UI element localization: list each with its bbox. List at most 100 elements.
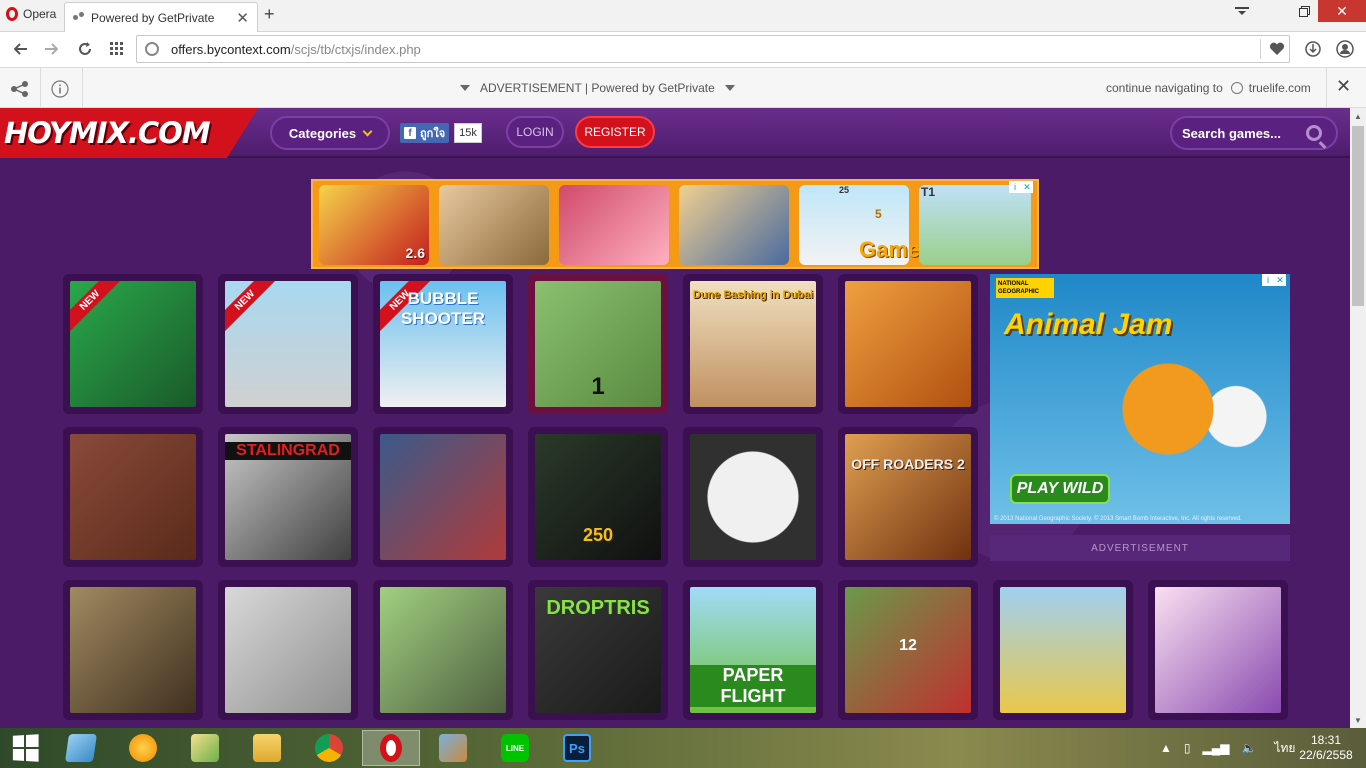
tab-close-icon[interactable]: ✕ (236, 9, 249, 27)
ad-dropdown[interactable]: ADVERTISEMENT | Powered by GetPrivate (450, 81, 745, 95)
game-thumbnail[interactable]: Dune Bashing in Dubai (683, 274, 823, 414)
game-image[interactable]: Dune Bashing in Dubai (690, 281, 816, 407)
heart-icon[interactable] (1266, 38, 1288, 60)
taskbar-chrome[interactable] (300, 730, 358, 766)
login-button[interactable]: LOGIN (506, 116, 564, 148)
share-icon[interactable] (9, 78, 31, 100)
game-thumbnail[interactable]: 12 (838, 580, 978, 720)
game-image[interactable] (70, 587, 196, 713)
game-thumbnail[interactable] (373, 427, 513, 567)
game-image[interactable] (225, 587, 351, 713)
game-image[interactable]: 12 (845, 587, 971, 713)
ad-info-icon[interactable]: i (1009, 181, 1021, 193)
download-icon[interactable] (1302, 38, 1324, 60)
new-tab-button[interactable]: + (264, 4, 275, 25)
game-image[interactable]: NEW (70, 281, 196, 407)
start-button[interactable] (0, 730, 50, 766)
speed-dial-icon[interactable] (106, 38, 128, 60)
ad-choices[interactable]: i ✕ (1009, 181, 1035, 193)
game-thumbnail[interactable] (63, 580, 203, 720)
game-image[interactable] (380, 587, 506, 713)
taskbar-photoshop[interactable]: Ps (548, 730, 606, 766)
taskbar-app-2[interactable] (114, 730, 172, 766)
top-banner-ad[interactable]: 2.6 25 5 Game T1 i ✕ (311, 179, 1039, 269)
register-button[interactable]: REGISTER (575, 116, 655, 148)
ad-close-icon[interactable]: ✕ (1274, 274, 1286, 286)
game-image[interactable] (380, 434, 506, 560)
game-thumbnail[interactable] (218, 580, 358, 720)
game-thumbnail[interactable]: DROPTRIS (528, 580, 668, 720)
game-image[interactable]: 250 (535, 434, 661, 560)
banner-game-3[interactable] (559, 185, 669, 265)
taskbar-app-1[interactable] (52, 730, 110, 766)
language-indicator[interactable]: ไทย (1274, 739, 1295, 758)
scroll-thumb[interactable] (1352, 126, 1364, 306)
play-wild-button[interactable]: PLAY WILD (1010, 474, 1110, 504)
game-thumbnail[interactable] (373, 580, 513, 720)
game-thumbnail[interactable]: NEW BUBBLE SHOOTER (373, 274, 513, 414)
browser-tab[interactable]: Powered by GetPrivate ✕ (64, 2, 258, 32)
ad-info-icon[interactable]: i (1262, 274, 1274, 286)
game-thumbnail[interactable]: NEW (218, 274, 358, 414)
tray-device-icon[interactable]: ▯ (1184, 741, 1191, 755)
banner-game-6[interactable]: T1 (919, 185, 1031, 265)
account-icon[interactable] (1334, 38, 1356, 60)
taskbar-explorer[interactable] (238, 730, 296, 766)
ad-close-icon[interactable]: ✕ (1021, 181, 1033, 193)
game-image[interactable] (845, 281, 971, 407)
game-image[interactable]: NEW BUBBLE SHOOTER (380, 281, 506, 407)
game-image[interactable]: DROPTRIS (535, 587, 661, 713)
forward-arrow-icon[interactable] (40, 38, 62, 60)
game-thumbnail[interactable] (993, 580, 1133, 720)
tab-menu-icon[interactable] (1226, 0, 1258, 22)
page-scrollbar[interactable]: ▲ ▼ (1350, 108, 1366, 728)
search-input[interactable]: Search games... (1170, 116, 1338, 150)
game-thumbnail[interactable] (683, 427, 823, 567)
banner-game-2[interactable] (439, 185, 549, 265)
game-thumbnail[interactable] (63, 427, 203, 567)
game-image[interactable] (1155, 587, 1281, 713)
game-thumbnail[interactable]: NEW (63, 274, 203, 414)
site-logo[interactable]: HOYMIX.COM (0, 108, 258, 158)
back-arrow-icon[interactable] (10, 38, 32, 60)
continue-link[interactable]: continue navigating to truelife.com (1106, 81, 1311, 95)
game-image[interactable] (690, 434, 816, 560)
banner-game-4[interactable] (679, 185, 789, 265)
reload-icon[interactable] (74, 38, 96, 60)
game-image[interactable]: PAPER FLIGHT (690, 587, 816, 713)
info-icon[interactable] (49, 78, 71, 100)
categories-button[interactable]: Categories (270, 116, 390, 150)
side-ad[interactable]: NATIONAL GEOGRAPHIC Animal Jam PLAY WILD… (990, 274, 1290, 524)
game-thumbnail[interactable] (1148, 580, 1288, 720)
taskbar-app-cleaner[interactable] (424, 730, 482, 766)
taskbar-opera[interactable] (362, 730, 420, 766)
game-thumbnail[interactable]: 250 (528, 427, 668, 567)
game-image[interactable] (1000, 587, 1126, 713)
taskbar-app-3[interactable] (176, 730, 234, 766)
game-thumbnail[interactable]: OFF ROADERS 2 (838, 427, 978, 567)
site-info-icon[interactable] (145, 42, 159, 56)
game-thumbnail[interactable] (838, 274, 978, 414)
game-image[interactable] (70, 434, 196, 560)
game-image[interactable]: NEW (225, 281, 351, 407)
taskbar-line[interactable]: LINE (486, 730, 544, 766)
maximize-icon[interactable] (1290, 0, 1318, 22)
game-thumbnail[interactable]: STALINGRAD (218, 427, 358, 567)
banner-game-5[interactable]: 25 5 Game (799, 185, 920, 265)
search-icon[interactable] (1306, 125, 1322, 141)
side-ad-choices[interactable]: i ✕ (1262, 274, 1288, 286)
window-close-icon[interactable]: ✕ (1318, 0, 1366, 22)
game-image[interactable]: STALINGRAD (225, 434, 351, 560)
game-thumbnail[interactable]: 1 (528, 274, 668, 414)
adbar-close-icon[interactable]: ✕ (1336, 76, 1351, 97)
facebook-like[interactable]: f ถูกใจ 15k (400, 123, 482, 143)
volume-icon[interactable]: 🔈 (1241, 741, 1256, 755)
signal-icon[interactable]: ▂▄▆ (1203, 741, 1230, 755)
clock[interactable]: 18:31 22/6/2558 (1298, 733, 1354, 763)
scroll-up-icon[interactable]: ▲ (1350, 108, 1366, 124)
banner-game-1[interactable]: 2.6 (319, 185, 429, 265)
game-image[interactable]: 1 (535, 281, 661, 407)
opera-menu-button[interactable]: Opera (0, 0, 62, 28)
scroll-down-icon[interactable]: ▼ (1350, 712, 1366, 728)
game-image[interactable]: OFF ROADERS 2 (845, 434, 971, 560)
